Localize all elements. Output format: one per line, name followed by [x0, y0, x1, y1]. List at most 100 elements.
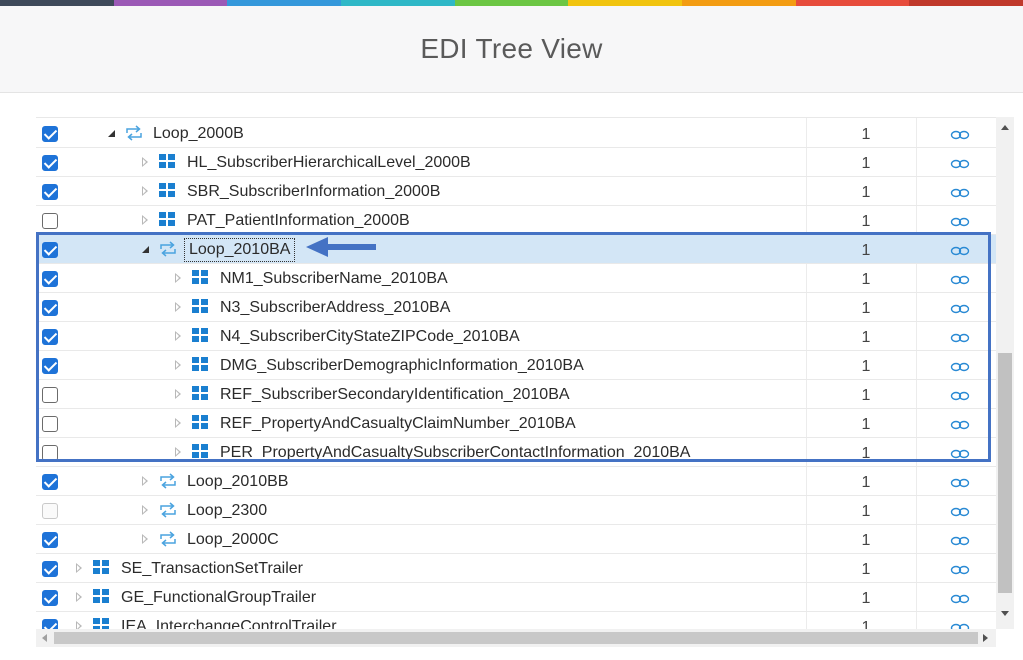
row-checkbox[interactable]: [42, 271, 58, 287]
link-icon[interactable]: [950, 302, 970, 314]
tree-node-label[interactable]: HL_SubscriberHierarchicalLevel_2000B: [187, 154, 471, 172]
link-icon[interactable]: [950, 447, 970, 459]
tree-node-label[interactable]: N4_SubscriberCityStateZIPCode_2010BA: [220, 328, 520, 346]
link-icon[interactable]: [950, 244, 970, 256]
horizontal-scrollbar[interactable]: [36, 629, 996, 647]
tree-node-label[interactable]: Loop_2300: [187, 502, 267, 520]
vertical-scroll-thumb[interactable]: [998, 353, 1012, 593]
link-icon[interactable]: [950, 505, 970, 517]
tree-row[interactable]: REF_SubscriberSecondaryIdentification_20…: [36, 380, 996, 409]
link-icon[interactable]: [950, 389, 970, 401]
link-icon[interactable]: [950, 186, 970, 198]
expand-arrow-icon[interactable]: [175, 302, 181, 312]
tree-row[interactable]: Loop_2000C 1: [36, 525, 996, 554]
expand-arrow-icon[interactable]: [175, 360, 181, 370]
vertical-scrollbar[interactable]: [996, 117, 1014, 629]
occurrence-count: 1: [861, 242, 871, 259]
scroll-right-icon[interactable]: [983, 634, 988, 642]
tree-row[interactable]: Loop_2010BA 1: [36, 235, 996, 264]
expand-arrow-icon[interactable]: [142, 476, 148, 486]
tree-node-label[interactable]: Loop_2010BA: [183, 238, 296, 262]
row-checkbox[interactable]: [42, 561, 58, 577]
tree-row[interactable]: SBR_SubscriberInformation_2000B 1: [36, 177, 996, 206]
tree-node-label[interactable]: SE_TransactionSetTrailer: [121, 560, 303, 578]
occurrence-count: 1: [861, 155, 871, 172]
link-icon[interactable]: [950, 128, 970, 140]
tree-row[interactable]: N4_SubscriberCityStateZIPCode_2010BA 1: [36, 322, 996, 351]
tree-node-label[interactable]: N3_SubscriberAddress_2010BA: [220, 299, 450, 317]
row-checkbox[interactable]: [42, 532, 58, 548]
tree-node-label[interactable]: PAT_PatientInformation_2000B: [187, 212, 410, 230]
expand-arrow-icon[interactable]: [76, 592, 82, 602]
row-checkbox[interactable]: [42, 358, 58, 374]
row-checkbox[interactable]: [42, 387, 58, 403]
link-icon[interactable]: [950, 563, 970, 575]
tree-node-label[interactable]: Loop_2010BB: [187, 473, 288, 491]
horizontal-scroll-thumb[interactable]: [54, 632, 978, 644]
tree-node-label[interactable]: NM1_SubscriberName_2010BA: [220, 270, 448, 288]
tree-row[interactable]: SE_TransactionSetTrailer 1: [36, 554, 996, 583]
expand-arrow-icon[interactable]: [76, 563, 82, 573]
link-icon[interactable]: [950, 534, 970, 546]
expand-arrow-icon[interactable]: [175, 447, 181, 457]
tree-row[interactable]: Loop_2000B 1: [36, 119, 996, 148]
expand-arrow-icon[interactable]: [142, 157, 148, 167]
link-icon[interactable]: [950, 273, 970, 285]
expand-arrow-icon[interactable]: [142, 215, 148, 225]
row-checkbox[interactable]: [42, 126, 58, 142]
tree-node-label[interactable]: Loop_2000B: [153, 125, 244, 143]
expand-arrow-icon[interactable]: [175, 389, 181, 399]
link-icon[interactable]: [950, 476, 970, 488]
tree-node-label[interactable]: Loop_2000C: [187, 531, 279, 549]
tree-row[interactable]: GE_FunctionalGroupTrailer 1: [36, 583, 996, 612]
row-checkbox[interactable]: [42, 300, 58, 316]
tree-row[interactable]: NM1_SubscriberName_2010BA 1: [36, 264, 996, 293]
row-checkbox[interactable]: [42, 329, 58, 345]
tree-row[interactable]: Loop_2010BB 1: [36, 467, 996, 496]
row-checkbox[interactable]: [42, 155, 58, 171]
tree-row[interactable]: Loop_2300 1: [36, 496, 996, 525]
tree-node-label[interactable]: SBR_SubscriberInformation_2000B: [187, 183, 440, 201]
link-icon[interactable]: [950, 592, 970, 604]
occurrence-count: 1: [861, 358, 871, 375]
tree-row[interactable]: HL_SubscriberHierarchicalLevel_2000B 1: [36, 148, 996, 177]
expand-arrow-icon[interactable]: [175, 418, 181, 428]
tree-row[interactable]: PER_PropertyAndCasualtySubscriberContact…: [36, 438, 996, 467]
tree-row[interactable]: N3_SubscriberAddress_2010BA 1: [36, 293, 996, 322]
link-icon[interactable]: [950, 360, 970, 372]
row-checkbox[interactable]: [42, 445, 58, 461]
row-checkbox[interactable]: [42, 184, 58, 200]
collapse-arrow-icon[interactable]: [142, 246, 149, 253]
tree-node-label[interactable]: REF_SubscriberSecondaryIdentification_20…: [220, 386, 570, 404]
tree-row[interactable]: PAT_PatientInformation_2000B 1: [36, 206, 996, 235]
expand-arrow-icon[interactable]: [142, 534, 148, 544]
row-checkbox[interactable]: [42, 416, 58, 432]
expand-arrow-icon[interactable]: [175, 331, 181, 341]
row-checkbox[interactable]: [42, 474, 58, 490]
scroll-up-icon[interactable]: [1001, 125, 1009, 130]
link-icon[interactable]: [950, 331, 970, 343]
expand-arrow-icon[interactable]: [142, 186, 148, 196]
loop-arrows-icon: [158, 501, 178, 519]
tree-node-label[interactable]: DMG_SubscriberDemographicInformation_201…: [220, 357, 584, 375]
row-checkbox[interactable]: [42, 590, 58, 606]
tree-row[interactable]: DMG_SubscriberDemographicInformation_201…: [36, 351, 996, 380]
row-checkbox[interactable]: [42, 213, 58, 229]
expand-arrow-icon[interactable]: [175, 273, 181, 283]
tree-row[interactable]: IEA_InterchangeControlTrailer 1: [36, 612, 996, 630]
tree-node-label[interactable]: REF_PropertyAndCasualtyClaimNumber_2010B…: [220, 415, 576, 433]
segment-grid-icon: [191, 385, 211, 403]
tree-row[interactable]: REF_PropertyAndCasualtyClaimNumber_2010B…: [36, 409, 996, 438]
link-icon[interactable]: [950, 157, 970, 169]
link-icon[interactable]: [950, 418, 970, 430]
tree-node-label[interactable]: GE_FunctionalGroupTrailer: [121, 589, 316, 607]
scroll-left-icon[interactable]: [42, 634, 47, 642]
expand-arrow-icon[interactable]: [142, 505, 148, 515]
occurrence-count: 1: [861, 445, 871, 462]
link-icon[interactable]: [950, 215, 970, 227]
collapse-arrow-icon[interactable]: [108, 130, 115, 137]
tree-node-label[interactable]: PER_PropertyAndCasualtySubscriberContact…: [220, 444, 690, 462]
occurrence-count: 1: [861, 532, 871, 549]
scroll-down-icon[interactable]: [1001, 611, 1009, 616]
row-checkbox[interactable]: [42, 242, 58, 258]
